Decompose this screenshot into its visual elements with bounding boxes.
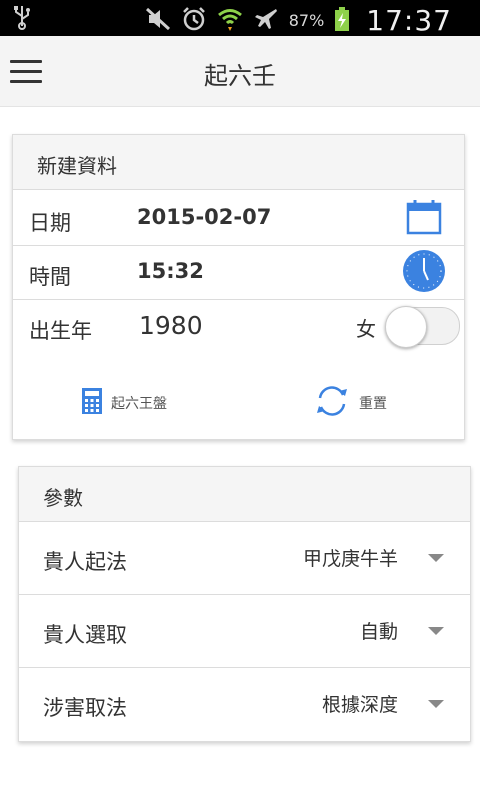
calculator-icon	[81, 387, 103, 419]
harm-method-value[interactable]: 根據深度	[322, 690, 398, 717]
harm-method-row[interactable]: 涉害取法 根據深度	[19, 667, 470, 740]
start-liuren-button[interactable]: 起六王盤	[81, 387, 167, 419]
refresh-icon	[315, 385, 349, 421]
wifi-icon	[217, 6, 243, 36]
date-row[interactable]: 日期 2015-02-07	[13, 189, 464, 246]
params-header: 參數	[19, 467, 470, 522]
app-title: 起六壬	[204, 62, 276, 90]
time-row[interactable]: 時間 15:32	[13, 245, 464, 300]
date-label: 日期	[29, 211, 71, 235]
time-value[interactable]: 15:32	[137, 259, 204, 283]
dropdown-arrow-icon[interactable]	[428, 627, 444, 635]
noble-selection-label: 貴人選取	[43, 623, 127, 647]
gender-toggle-knob[interactable]	[385, 306, 427, 348]
calendar-icon[interactable]	[406, 199, 442, 239]
app-bar: 起六壬	[0, 36, 480, 107]
birth-year-value[interactable]: 1980	[139, 311, 203, 340]
dropdown-arrow-icon[interactable]	[428, 700, 444, 708]
battery-percent: 87%	[288, 11, 325, 30]
usb-icon	[12, 4, 32, 34]
status-bar: 87% 17:37	[0, 0, 480, 37]
mute-icon	[145, 7, 171, 35]
reset-label: 重置	[359, 396, 387, 412]
new-data-title: 新建資料	[37, 154, 117, 178]
gender-label: 女	[356, 317, 376, 341]
birth-year-label: 出生年	[29, 319, 92, 343]
date-value[interactable]: 2015-02-07	[137, 205, 271, 229]
gender-toggle[interactable]	[385, 306, 460, 348]
alarm-icon	[181, 6, 207, 36]
noble-selection-row[interactable]: 貴人選取 自動	[19, 594, 470, 667]
dropdown-arrow-icon[interactable]	[428, 554, 444, 562]
params-card: 參數 貴人起法 甲戊庚牛羊 貴人選取 自動 涉害取法 根據深度	[18, 466, 471, 742]
reset-button[interactable]: 重置	[315, 385, 387, 421]
harm-method-label: 涉害取法	[43, 696, 127, 720]
noble-method-row[interactable]: 貴人起法 甲戊庚牛羊	[19, 521, 470, 594]
birth-year-row: 出生年 1980 女	[13, 299, 464, 353]
clock-icon[interactable]	[402, 249, 446, 297]
airplane-icon	[253, 7, 279, 35]
params-title: 參數	[43, 486, 83, 510]
noble-method-label: 貴人起法	[43, 550, 127, 574]
new-data-card: 新建資料 日期 2015-02-07 時間 15:32 出生年 1980 女 起…	[12, 134, 465, 440]
start-liuren-label: 起六王盤	[111, 396, 167, 412]
noble-method-value[interactable]: 甲戊庚牛羊	[303, 544, 398, 571]
new-data-header: 新建資料	[13, 135, 464, 190]
battery-charging-icon	[334, 6, 350, 36]
noble-selection-value[interactable]: 自動	[360, 617, 398, 644]
clock-time: 17:37	[366, 4, 452, 37]
time-label: 時間	[29, 265, 71, 289]
